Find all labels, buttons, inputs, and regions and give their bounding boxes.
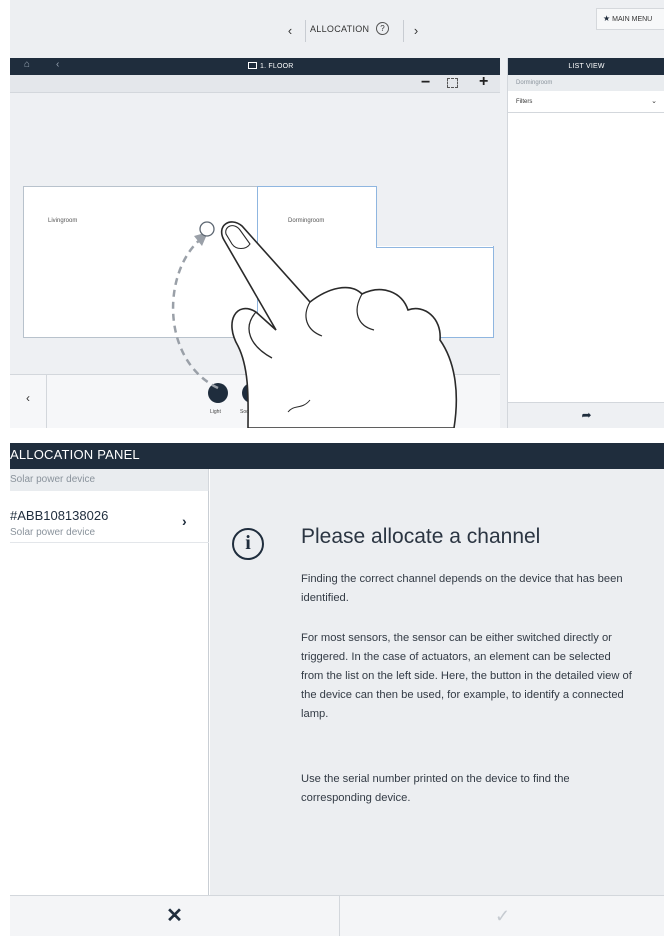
floorplan-panel: ⌂ ‹ 1. FLOOR − + Livingroom Dormingroom … xyxy=(10,58,500,428)
list-view-body xyxy=(508,113,664,402)
list-view-room: Dormingroom xyxy=(508,75,664,91)
device-type: Solar power device xyxy=(10,527,96,538)
zoom-out-button[interactable]: − xyxy=(421,74,430,92)
room-livingroom[interactable]: Livingroom xyxy=(23,186,270,338)
device-strip: ‹ Light Socket o xyxy=(10,374,500,428)
light-bulb-icon[interactable] xyxy=(208,383,228,403)
back-arrow-icon: ➦ xyxy=(581,408,592,422)
main-menu-label: MAIN MENU xyxy=(612,16,653,23)
room-join xyxy=(258,244,376,250)
device-list-item[interactable]: #ABB108138026 Solar power device › xyxy=(10,491,209,543)
nav-divider xyxy=(403,20,404,42)
info-icon: i xyxy=(232,528,264,560)
floor-header: ⌂ ‹ 1. FLOOR xyxy=(10,58,500,75)
room-wall-line xyxy=(376,247,494,248)
room-dormingroom[interactable]: Dormingroom xyxy=(257,186,377,248)
top-navigation-bar: ‹ ALLOCATION ? › ★ MAIN MENU xyxy=(10,0,664,58)
checkmark-icon: ✓ xyxy=(494,906,511,926)
home-icon[interactable]: ⌂ xyxy=(24,59,30,70)
previous-arrow-icon[interactable]: ‹ xyxy=(282,22,298,40)
device-label-socket: Socket o xyxy=(240,409,260,415)
chevron-right-icon: › xyxy=(182,513,187,529)
list-view-header[interactable]: LIST VIEW xyxy=(508,58,664,75)
device-label-light: Light xyxy=(210,409,221,415)
filters-dropdown[interactable]: Filters ⌄ xyxy=(508,91,664,113)
filters-label: Filters xyxy=(516,99,533,105)
help-icon[interactable]: ? xyxy=(376,22,389,35)
floor-title: 1. FLOOR xyxy=(248,62,294,70)
main-menu-button[interactable]: ★ MAIN MENU xyxy=(596,8,664,30)
zoom-in-button[interactable]: + xyxy=(479,73,488,91)
list-view-panel: LIST VIEW Dormingroom Filters ⌄ ➦ xyxy=(507,58,664,428)
page-title: ALLOCATION xyxy=(310,24,370,34)
close-icon: ✕ xyxy=(166,905,183,927)
instruction-paragraph: For most sensors, the sensor can be eith… xyxy=(301,632,632,720)
chevron-down-icon: ⌄ xyxy=(651,98,657,105)
room-label: Dormingroom xyxy=(288,218,325,224)
fit-to-screen-icon[interactable] xyxy=(447,78,458,88)
instruction-paragraph: Finding the correct channel depends on t… xyxy=(301,573,623,604)
allocation-panel-header: ALLOCATION PANEL xyxy=(10,443,664,469)
socket-outlet-icon[interactable] xyxy=(242,383,262,403)
back-icon[interactable]: ‹ xyxy=(56,59,59,70)
instruction-paragraph: Use the serial number printed on the dev… xyxy=(301,773,570,804)
list-view-title: LIST VIEW xyxy=(568,63,605,70)
confirm-button[interactable]: ✓ xyxy=(341,896,664,936)
instruction-heading: Please allocate a channel xyxy=(301,525,541,548)
allocation-floorplan-screen: ‹ ALLOCATION ? › ★ MAIN MENU ⌂ ‹ 1. FLOOR… xyxy=(10,0,664,428)
strip-divider xyxy=(46,375,47,428)
strip-previous-icon[interactable]: ‹ xyxy=(26,391,30,405)
room-dormingroom-lower[interactable] xyxy=(257,246,494,338)
floor-title-label: 1. FLOOR xyxy=(260,63,294,70)
instruction-panel: i Please allocate a channel Finding the … xyxy=(210,469,664,895)
cancel-button[interactable]: ✕ xyxy=(10,896,340,936)
device-category-label: Solar power device xyxy=(10,469,209,491)
star-icon: ★ xyxy=(603,14,611,23)
zoom-toolbar: − + xyxy=(10,73,500,93)
room-label: Livingroom xyxy=(48,218,78,224)
next-arrow-icon[interactable]: › xyxy=(408,22,424,40)
allocation-panel-screen: ALLOCATION PANEL Solar power device #ABB… xyxy=(10,443,664,936)
panel-footer: ✕ ✓ xyxy=(10,895,664,936)
floor-icon xyxy=(248,62,257,69)
panel-title: ALLOCATION PANEL xyxy=(10,447,140,462)
nav-divider xyxy=(305,20,306,42)
device-serial-number: #ABB108138026 xyxy=(10,508,109,523)
list-back-button[interactable]: ➦ xyxy=(508,402,664,428)
device-list: #ABB108138026 Solar power device › xyxy=(10,491,209,895)
